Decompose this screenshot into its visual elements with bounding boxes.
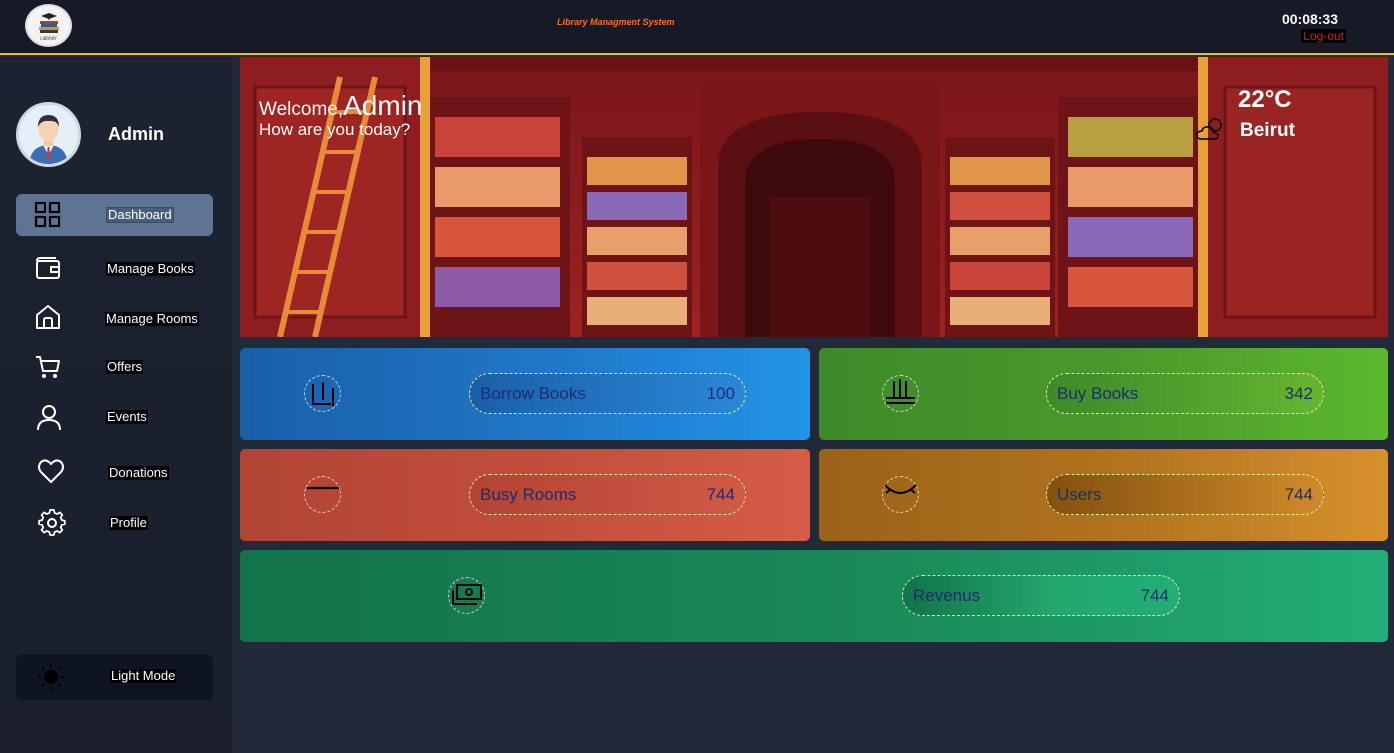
money-icon xyxy=(448,577,485,614)
light-mode-toggle[interactable]: Light Mode xyxy=(16,654,213,700)
stat-value: 744 xyxy=(1284,484,1313,504)
sun-icon xyxy=(38,664,64,690)
welcome-name: Admin xyxy=(343,90,423,121)
sidebar-item-dashboard[interactable]: Dashboard xyxy=(16,194,213,236)
books-stack-icon xyxy=(38,12,59,33)
top-bar: LIBRARY Library Managment System 00:08:3… xyxy=(0,0,1394,55)
sidebar-item-manage-books[interactable]: Manage Books xyxy=(16,247,213,289)
buy-books-stat: Buy Books 342 xyxy=(1046,373,1324,414)
welcome-text: Welcome,Admin xyxy=(259,90,423,122)
welcome-subtitle: How are you today? xyxy=(259,120,411,139)
sidebar-item-offers[interactable]: Offers xyxy=(16,347,213,389)
borrow-books-icon xyxy=(304,375,341,412)
sidebar: Admin Dashboard Manage Books Manage Room… xyxy=(0,57,232,753)
library-logo[interactable]: LIBRARY xyxy=(25,4,72,47)
profile-name: Admin xyxy=(108,124,164,144)
logo-text: LIBRARY xyxy=(40,35,57,41)
app-title: Library Managment System xyxy=(557,17,675,27)
grid-icon xyxy=(34,201,61,228)
stat-label: Borrow Books xyxy=(480,383,586,403)
stat-value: 744 xyxy=(1140,585,1169,605)
borrow-books-stat: Borrow Books 100 xyxy=(469,373,746,414)
sidebar-item-events[interactable]: Events xyxy=(16,397,213,439)
avatar[interactable] xyxy=(16,102,81,167)
sidebar-item-label: Profile xyxy=(109,515,148,530)
logout-button[interactable]: Log-out xyxy=(1301,29,1346,43)
stat-value: 342 xyxy=(1284,383,1313,403)
stat-label: Revenus xyxy=(913,585,981,605)
stat-label: Users xyxy=(1057,484,1102,504)
sidebar-item-label: Manage Rooms xyxy=(105,311,199,326)
heart-icon xyxy=(38,459,64,483)
clock: 00:08:33 xyxy=(1281,11,1338,27)
busy-rooms-icon xyxy=(304,476,341,513)
buy-books-card[interactable]: Buy Books 342 xyxy=(819,348,1388,440)
admin-avatar-icon xyxy=(19,105,78,164)
stat-value: 100 xyxy=(706,383,735,403)
users-stat: Users 744 xyxy=(1046,474,1324,515)
sidebar-item-donations[interactable]: Donations xyxy=(16,453,213,495)
welcome-greeting: Welcome, xyxy=(259,99,344,120)
stat-value: 744 xyxy=(706,484,735,504)
sidebar-item-label: Manage Books xyxy=(106,261,195,276)
welcome-banner: Welcome,Admin How are you today? 22°C Be… xyxy=(240,57,1388,337)
users-icon xyxy=(882,476,919,513)
cart-icon xyxy=(36,356,60,378)
sidebar-item-label: Donations xyxy=(108,465,169,480)
gear-icon xyxy=(38,509,66,536)
sidebar-item-label: Events xyxy=(106,409,148,424)
stat-label: Buy Books xyxy=(1057,383,1139,403)
weather-temperature: 22°C xyxy=(1238,86,1292,113)
sidebar-item-label: Dashboard xyxy=(106,207,174,223)
busy-rooms-stat: Busy Rooms 744 xyxy=(469,474,746,515)
revenue-stat: Revenus 744 xyxy=(902,575,1180,616)
light-mode-label: Light Mode xyxy=(110,668,177,683)
user-icon xyxy=(37,405,61,431)
borrow-books-card[interactable]: Borrow Books 100 xyxy=(240,348,810,440)
sidebar-item-manage-rooms[interactable]: Manage Rooms xyxy=(16,297,213,339)
revenue-card[interactable]: Revenus 744 xyxy=(240,550,1388,642)
sidebar-item-profile[interactable]: Profile xyxy=(16,503,213,545)
sidebar-item-label: Offers xyxy=(106,359,144,374)
busy-rooms-card[interactable]: Busy Rooms 744 xyxy=(240,449,810,541)
wallet-icon xyxy=(36,257,60,279)
home-icon xyxy=(36,305,60,329)
partly-cloudy-icon xyxy=(1196,118,1222,140)
users-card[interactable]: Users 744 xyxy=(819,449,1388,541)
buy-books-icon xyxy=(882,375,919,412)
weather-city: Beirut xyxy=(1240,120,1295,141)
stat-label: Busy Rooms xyxy=(480,484,577,504)
